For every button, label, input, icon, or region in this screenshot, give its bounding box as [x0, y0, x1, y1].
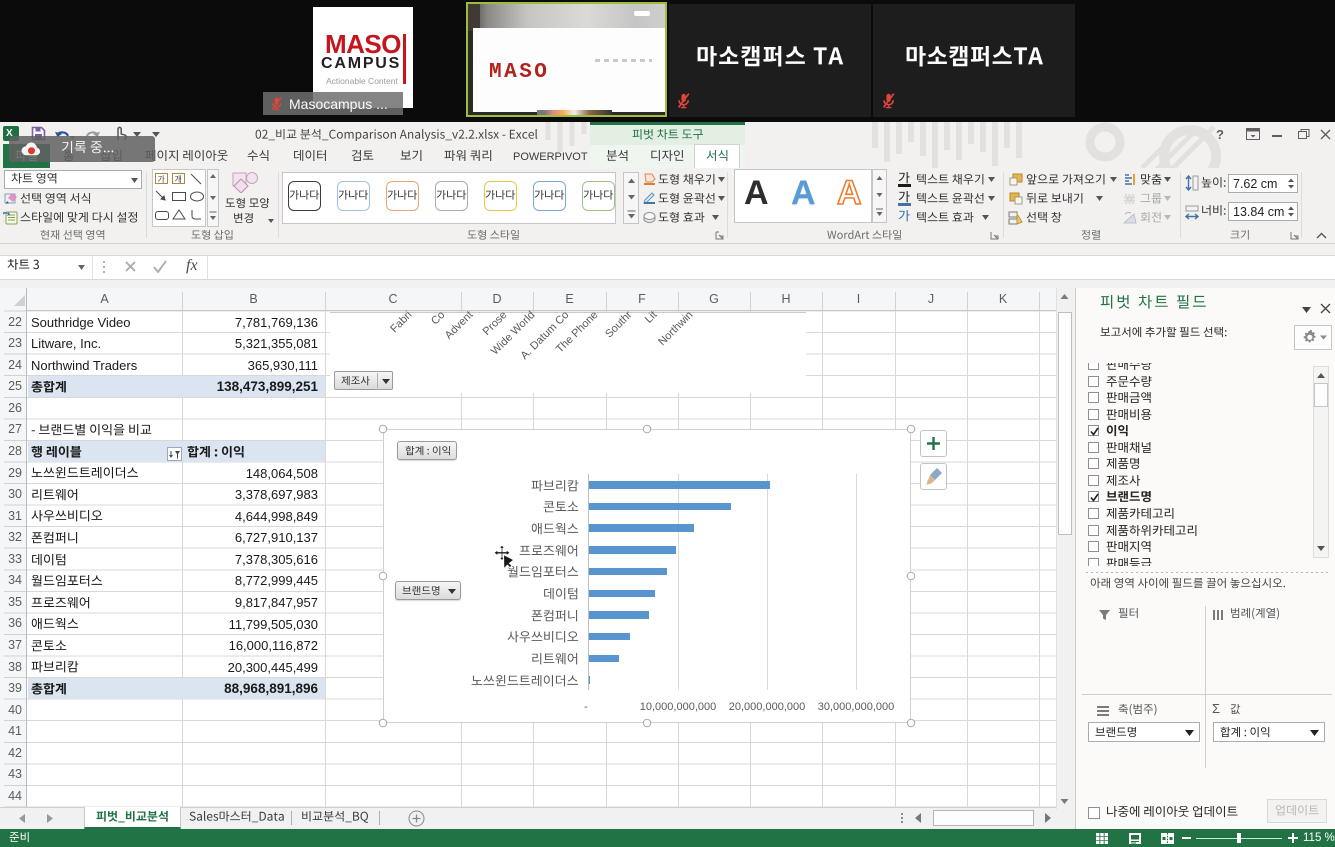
svg-text:가: 가	[158, 175, 166, 184]
svg-text:개: 개	[175, 174, 182, 184]
